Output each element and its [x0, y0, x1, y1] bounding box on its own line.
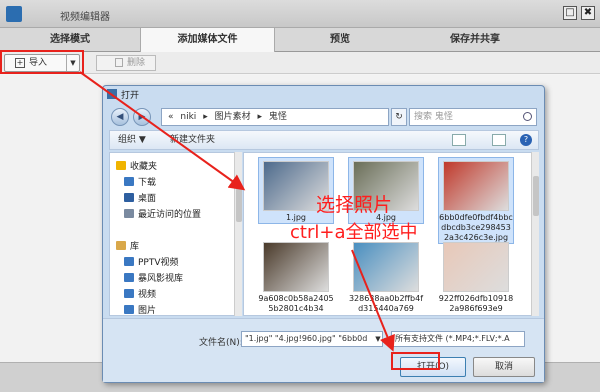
- address-row: ◀ ▶ « niki ▸ 图片素材 ▸ 鬼怪 ↻ 搜索 鬼怪: [109, 106, 539, 128]
- breadcrumb-separator: ▸: [257, 112, 263, 122]
- nav-item-label: 视频: [138, 290, 157, 300]
- star-icon: [116, 161, 126, 170]
- preview-pane-icon[interactable]: [492, 134, 506, 146]
- trash-icon: [115, 58, 123, 67]
- video-folder-icon: [124, 289, 134, 298]
- dialog-app-icon: [107, 89, 117, 99]
- breadcrumb-separator: ▸: [203, 112, 208, 122]
- nav-item-label: 桌面: [138, 194, 157, 204]
- cancel-button[interactable]: 取消: [473, 357, 535, 377]
- file-thumbnail: [443, 161, 509, 211]
- nav-item[interactable]: 下载: [124, 175, 156, 188]
- file-thumbnail: [353, 242, 419, 292]
- file-item[interactable]: 922ff026dfb109182a986f693e9: [438, 239, 514, 314]
- tab-select-mode[interactable]: 选择模式: [0, 28, 140, 52]
- scroll-thumb[interactable]: [533, 176, 539, 216]
- nav-item-label: 最近访问的位置: [138, 210, 202, 220]
- command-bar: 组织 ▼ 新建文件夹 ?: [109, 130, 539, 150]
- open-button-highlight-box: [391, 352, 440, 370]
- nav-item[interactable]: 视频: [124, 287, 156, 300]
- file-name: 922ff026dfb109182a986f693e9: [438, 294, 514, 313]
- file-item[interactable]: 9a608c0b58a24055b2801c4b34: [258, 239, 334, 314]
- file-item[interactable]: 6bb0dfe0fbdf4bbcdbcdb3ce2984532a3c426c3e…: [438, 157, 514, 244]
- annotation-ctrl-a: ctrl+a全部选中: [290, 222, 418, 243]
- nav-item-label: 库: [130, 242, 140, 252]
- pictures-folder-icon: [124, 305, 134, 314]
- navigation-scrollbar[interactable]: [234, 152, 242, 316]
- chevron-down-icon[interactable]: ▼: [373, 332, 383, 346]
- toolbar: + 导入 ▼ 删除: [0, 52, 600, 74]
- nav-item[interactable]: 最近访问的位置: [124, 207, 201, 220]
- nav-item[interactable]: 暴风影视库: [124, 271, 183, 284]
- nav-item-label: 图片: [138, 306, 157, 316]
- tab-preview[interactable]: 预览: [275, 28, 405, 52]
- file-thumbnail: [443, 242, 509, 292]
- dialog-title: 打开: [121, 91, 140, 101]
- nav-item[interactable]: PPTV视频: [124, 255, 179, 268]
- desktop-icon: [124, 193, 134, 202]
- filename-label: 文件名(N):: [199, 338, 243, 348]
- video-folder-icon: [124, 257, 134, 266]
- help-icon[interactable]: ?: [520, 134, 532, 146]
- file-thumbnail: [263, 242, 329, 292]
- breadcrumb-goblin[interactable]: 鬼怪: [269, 112, 287, 122]
- forward-button[interactable]: ▶: [133, 108, 151, 126]
- file-name: 9a608c0b58a24055b2801c4b34: [258, 294, 334, 313]
- close-button[interactable]: ✖: [581, 6, 595, 20]
- file-name: 328638aa0b2ffb4fd315440a769: [348, 294, 424, 313]
- import-highlight-box: [0, 50, 84, 74]
- nav-item[interactable]: 库: [116, 239, 139, 252]
- app-logo-icon: [6, 6, 22, 22]
- dialog-bottom-panel: 文件名(N): "1.jpg" "4.jpg!960.jpg" "6bb0d ▼…: [103, 318, 544, 382]
- new-folder-button[interactable]: 新建文件夹: [170, 131, 215, 149]
- breadcrumb-overflow[interactable]: «: [168, 112, 174, 122]
- file-item[interactable]: 328638aa0b2ffb4fd315440a769: [348, 239, 424, 314]
- nav-item-label: 收藏夹: [130, 162, 158, 172]
- filetype-select[interactable]: 所有支持文件 (*.MP4;*.FLV;*.A: [391, 331, 525, 347]
- search-input[interactable]: 搜索 鬼怪: [409, 108, 537, 126]
- nav-item-label: PPTV视频: [138, 258, 179, 268]
- breadcrumb-pictures[interactable]: 图片素材: [215, 112, 251, 122]
- library-icon: [116, 241, 126, 250]
- nav-item-label: 下载: [138, 178, 157, 188]
- navigation-pane: 收藏夹下载桌面最近访问的位置库 PPTV视频 暴风影视库视频图片: [109, 152, 241, 316]
- nav-item[interactable]: 图片: [124, 303, 157, 316]
- organize-menu[interactable]: 组织 ▼: [118, 131, 146, 149]
- app-title: 视频编辑器: [60, 12, 110, 23]
- filename-input[interactable]: "1.jpg" "4.jpg!960.jpg" "6bb0d: [241, 331, 383, 347]
- video-folder-icon: [124, 273, 134, 282]
- download-folder-icon: [124, 177, 134, 186]
- delete-label: 删除: [127, 58, 146, 68]
- recent-places-icon: [124, 209, 134, 218]
- search-icon: [523, 112, 532, 121]
- breadcrumb-niki[interactable]: niki: [180, 112, 196, 122]
- refresh-button[interactable]: ↻: [391, 108, 407, 126]
- nav-item-label: 暴风影视库: [138, 274, 184, 284]
- back-button[interactable]: ◀: [111, 108, 129, 126]
- app-titlebar: 视频编辑器 □ ✖: [0, 0, 600, 28]
- search-placeholder: 搜索 鬼怪: [414, 112, 453, 122]
- nav-item[interactable]: 桌面: [124, 191, 156, 204]
- address-bar[interactable]: « niki ▸ 图片素材 ▸ 鬼怪: [161, 108, 389, 126]
- tab-add-media[interactable]: 添加媒体文件: [140, 28, 275, 52]
- view-options-icon[interactable]: [452, 134, 466, 146]
- maximize-button[interactable]: □: [563, 6, 577, 20]
- delete-button[interactable]: 删除: [96, 55, 156, 71]
- scroll-thumb[interactable]: [236, 188, 242, 222]
- step-tabs: 选择模式 添加媒体文件 预览 保存并共享: [0, 28, 600, 52]
- file-list-scrollbar[interactable]: [531, 152, 539, 316]
- annotation-select-photos: 选择照片: [316, 194, 393, 216]
- tab-save-share[interactable]: 保存并共享: [405, 28, 545, 52]
- nav-item[interactable]: 收藏夹: [116, 159, 157, 172]
